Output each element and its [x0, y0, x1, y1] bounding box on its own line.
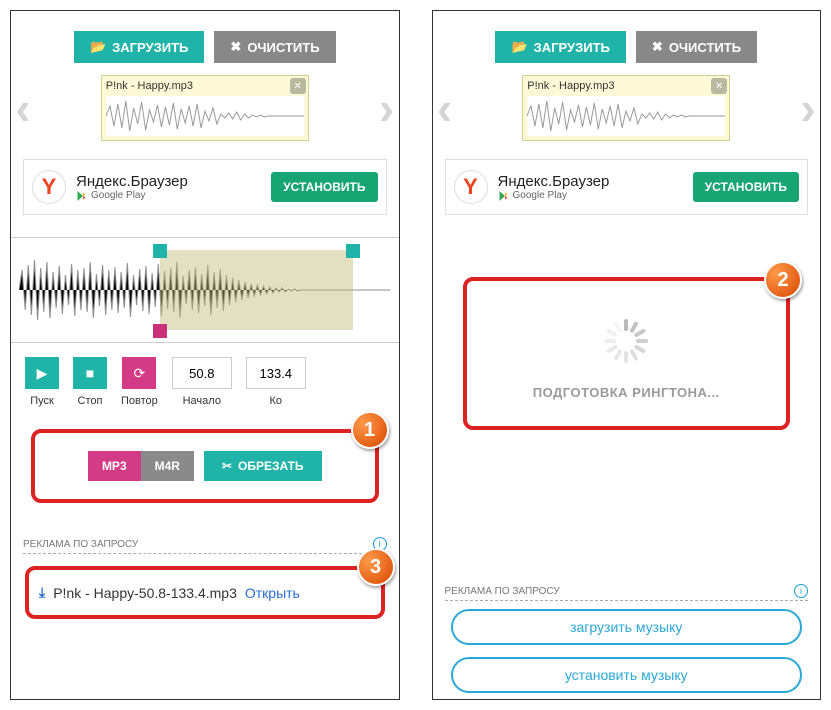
end-input[interactable] — [246, 357, 306, 389]
prev-chevron-icon-r[interactable]: ‹ — [435, 84, 455, 132]
start-handle[interactable] — [153, 244, 167, 258]
google-play-icon-r — [498, 190, 510, 202]
clear-label: ОЧИСТИТЬ — [247, 40, 319, 55]
file-card[interactable]: P!nk - Happy.mp3 ✕ — [101, 75, 309, 141]
file-name: P!nk - Happy.mp3 — [106, 80, 304, 92]
file-waveform-thumb — [106, 96, 304, 136]
clear-button-r[interactable]: ✖ ОЧИСТИТЬ — [636, 31, 757, 63]
selection-range[interactable] — [160, 250, 353, 330]
ad-banner-r[interactable]: Y Яндекс.Браузер Google Play УСТАНОВИТЬ — [445, 159, 809, 215]
controls-row: ▶ Пуск ■ Стоп ⟳ Повтор Начало Ко — [11, 343, 399, 411]
download-check-icon: ⤓ — [39, 584, 45, 601]
ad-text: Яндекс.Браузер Google Play — [76, 173, 261, 202]
format-mp3-button[interactable]: MP3 — [88, 451, 141, 481]
ad-request-label: РЕКЛАМА ПО ЗАПРОСУi — [23, 537, 387, 554]
file-close-button-r[interactable]: ✕ — [711, 78, 727, 94]
ad-store: Google Play — [76, 190, 261, 202]
yandex-logo-icon-r: Y — [454, 170, 488, 204]
google-play-icon — [76, 190, 88, 202]
scissors-icon: ✂ — [222, 459, 232, 473]
stop-button[interactable]: ■ — [73, 357, 107, 389]
download-filename: P!nk - Happy-50.8-133.4.mp3 — [53, 585, 237, 601]
yandex-logo-icon: Y — [32, 170, 66, 204]
screen-left: 📂 ЗАГРУЗИТЬ ✖ ОЧИСТИТЬ ‹ P!nk - Happy.mp3 … — [10, 10, 400, 700]
file-close-button[interactable]: ✕ — [290, 78, 306, 94]
ad-title-r: Яндекс.Браузер — [498, 173, 683, 190]
cut-label: ОБРЕЗАТЬ — [238, 459, 304, 473]
ad-store-r: Google Play — [498, 190, 683, 202]
start-input[interactable] — [172, 357, 232, 389]
repeat-label: Повтор — [121, 395, 158, 407]
download-panel: ⤓ P!nk - Happy-50.8-133.4.mp3 Открыть 3 — [25, 566, 385, 619]
play-label: Пуск — [30, 395, 54, 407]
cursor-handle[interactable] — [153, 324, 167, 338]
play-button[interactable]: ▶ — [25, 357, 59, 389]
ad-text-r: Яндекс.Браузер Google Play — [498, 173, 683, 202]
file-nav-row-r: ‹ P!nk - Happy.mp3 ✕ › — [433, 75, 821, 141]
waveform-large[interactable] — [19, 250, 391, 330]
screen-right: 📂 ЗАГРУЗИТЬ ✖ ОЧИСТИТЬ ‹ P!nk - Happy.mp3 … — [432, 10, 822, 700]
load-label: ЗАГРУЗИТЬ — [112, 40, 188, 55]
stop-label: Стоп — [78, 395, 103, 407]
repeat-button[interactable]: ⟳ — [122, 357, 156, 389]
cut-button[interactable]: ✂ ОБРЕЗАТЬ — [204, 451, 322, 481]
prev-chevron-icon[interactable]: ‹ — [13, 84, 33, 132]
loading-text: ПОДГОТОВКА РИНГТОНА... — [533, 385, 720, 400]
clear-button[interactable]: ✖ ОЧИСТИТЬ — [214, 31, 335, 63]
ad-title: Яндекс.Браузер — [76, 173, 261, 190]
ad-banner[interactable]: Y Яндекс.Браузер Google Play УСТАНОВИТЬ — [23, 159, 387, 215]
ad-install-button-r[interactable]: УСТАНОВИТЬ — [693, 172, 799, 202]
set-music-link[interactable]: установить музыку — [451, 657, 803, 693]
clear-label-r: ОЧИСТИТЬ — [669, 40, 741, 55]
load-music-link[interactable]: загрузить музыку — [451, 609, 803, 645]
next-chevron-icon-r[interactable]: › — [798, 84, 818, 132]
spinner-icon — [602, 317, 650, 365]
load-button-r[interactable]: 📂 ЗАГРУЗИТЬ — [495, 31, 625, 63]
load-label-r: ЗАГРУЗИТЬ — [534, 40, 610, 55]
callout-2: 2 — [764, 261, 802, 299]
loading-panel: ПОДГОТОВКА РИНГТОНА... 2 — [463, 277, 791, 430]
next-chevron-icon[interactable]: › — [377, 84, 397, 132]
ad-info-icon-r[interactable]: i — [794, 584, 808, 598]
file-waveform-thumb-r — [527, 96, 725, 136]
waveform-editor — [11, 237, 399, 343]
ad-install-button[interactable]: УСТАНОВИТЬ — [271, 172, 377, 202]
load-button[interactable]: 📂 ЗАГРУЗИТЬ — [74, 31, 204, 63]
format-m4r-button[interactable]: M4R — [141, 451, 194, 481]
callout-3: 3 — [357, 548, 395, 586]
cut-panel: MP3 M4R ✂ОБРЕЗАТЬ 1 — [31, 429, 379, 503]
file-card-r[interactable]: P!nk - Happy.mp3 ✕ — [522, 75, 730, 141]
file-name-r: P!nk - Happy.mp3 — [527, 80, 725, 92]
ad-request-label-r: РЕКЛАМА ПО ЗАПРОСУi — [445, 584, 809, 601]
end-label: Ко — [270, 395, 283, 407]
close-icon: ✖ — [652, 39, 663, 55]
top-buttons-r: 📂 ЗАГРУЗИТЬ ✖ ОЧИСТИТЬ — [433, 11, 821, 75]
format-toggle: MP3 M4R — [88, 451, 194, 481]
folder-icon: 📂 — [511, 39, 527, 55]
start-label: Начало — [183, 395, 221, 407]
file-nav-row: ‹ P!nk - Happy.mp3 ✕ › — [11, 75, 399, 141]
close-icon: ✖ — [230, 39, 241, 55]
callout-1: 1 — [351, 411, 389, 449]
top-buttons: 📂 ЗАГРУЗИТЬ ✖ ОЧИСТИТЬ — [11, 11, 399, 75]
end-handle[interactable] — [346, 244, 360, 258]
download-open-link[interactable]: Открыть — [245, 585, 300, 601]
folder-icon: 📂 — [90, 39, 106, 55]
